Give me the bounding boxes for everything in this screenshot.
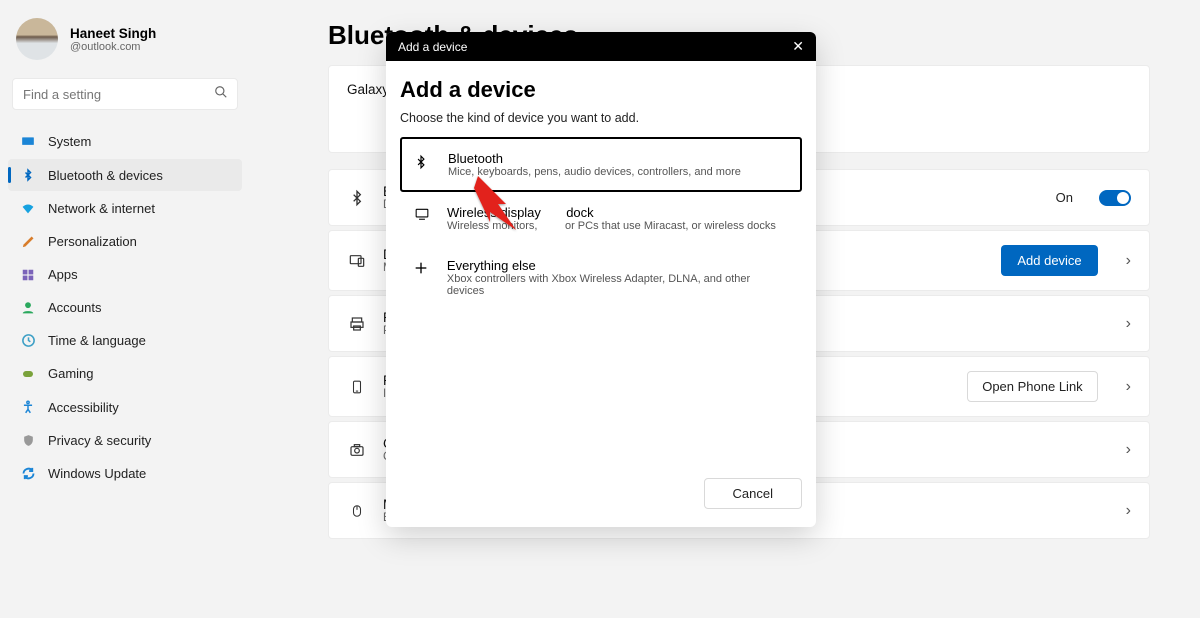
apps-icon	[20, 268, 36, 282]
option-everything-title: Everything else	[447, 258, 789, 273]
accessibility-icon	[20, 399, 36, 415]
profile-name: Haneet Singh	[70, 26, 156, 41]
dialog-heading: Add a device	[400, 77, 802, 103]
bluetooth-toggle[interactable]	[1099, 190, 1131, 206]
update-icon	[20, 466, 36, 481]
dialog-subtitle: Choose the kind of device you want to ad…	[400, 111, 802, 125]
chevron-right-icon: ›	[1126, 252, 1131, 270]
add-device-button[interactable]: Add device	[1001, 245, 1097, 276]
sidebar-item-update[interactable]: Windows Update	[8, 458, 242, 489]
sidebar-item-label: Network & internet	[48, 201, 155, 216]
sidebar-item-label: Gaming	[48, 366, 94, 381]
sidebar-item-label: Privacy & security	[48, 433, 151, 448]
dialog-window-title: Add a device	[398, 40, 467, 54]
sidebar-item-label: Accounts	[48, 300, 101, 315]
sidebar-item-personalization[interactable]: Personalization	[8, 226, 242, 257]
search-input[interactable]	[12, 78, 238, 110]
time-icon	[20, 333, 36, 348]
option-everything-else[interactable]: Everything else Xbox controllers with Xb…	[400, 245, 802, 310]
sidebar-item-accessibility[interactable]: Accessibility	[8, 391, 242, 423]
sidebar-item-label: System	[48, 134, 91, 149]
chevron-right-icon: ›	[1126, 502, 1131, 520]
chevron-right-icon: ›	[1126, 441, 1131, 459]
chevron-right-icon: ›	[1126, 315, 1131, 333]
monitor-icon	[413, 205, 433, 221]
accounts-icon	[20, 300, 36, 315]
search-icon	[214, 85, 228, 99]
nav-list: System Bluetooth & devices Network & inter…	[8, 126, 242, 489]
option-bluetooth-desc: Mice, keyboards, pens, audio devices, co…	[448, 166, 741, 178]
profile-block[interactable]: Haneet Singh @outlook.com	[8, 18, 242, 74]
cancel-button[interactable]: Cancel	[704, 478, 802, 509]
chevron-right-icon: ›	[1126, 378, 1131, 396]
system-icon	[20, 135, 36, 149]
close-icon[interactable]: ✕	[792, 38, 804, 55]
sidebar-item-label: Apps	[48, 267, 78, 282]
option-wireless-title: Wireless display dock	[447, 205, 776, 220]
option-bluetooth[interactable]: Bluetooth Mice, keyboards, pens, audio d…	[400, 137, 802, 192]
option-everything-desc: Xbox controllers with Xbox Wireless Adap…	[447, 273, 789, 297]
sidebar-item-label: Bluetooth & devices	[48, 168, 163, 183]
sidebar-item-label: Windows Update	[48, 466, 146, 481]
search-box[interactable]	[12, 78, 238, 110]
option-bluetooth-title: Bluetooth	[448, 151, 741, 166]
printer-icon	[347, 316, 367, 332]
profile-email: @outlook.com	[70, 41, 156, 53]
network-icon	[20, 202, 36, 215]
option-wireless-desc: Wireless monitors, or PCs that use Mirac…	[447, 220, 776, 232]
sidebar-item-gaming[interactable]: Gaming	[8, 358, 242, 389]
gaming-icon	[20, 368, 36, 380]
sidebar-item-bluetooth[interactable]: Bluetooth & devices	[8, 159, 242, 191]
dialog-titlebar: Add a device ✕	[386, 32, 816, 61]
camera-icon	[347, 442, 367, 458]
plus-icon	[413, 258, 433, 276]
personalization-icon	[20, 234, 36, 249]
phone-icon	[347, 378, 367, 396]
bluetooth-icon	[414, 151, 434, 171]
bluetooth-icon	[20, 167, 36, 183]
sidebar-item-label: Time & language	[48, 333, 146, 348]
option-wireless-display[interactable]: Wireless display dock Wireless monitors,…	[400, 192, 802, 245]
bluetooth-icon	[347, 188, 367, 208]
sidebar-item-time[interactable]: Time & language	[8, 325, 242, 356]
add-device-dialog: Add a device ✕ Add a device Choose the k…	[386, 32, 816, 527]
sidebar-item-accounts[interactable]: Accounts	[8, 292, 242, 323]
sidebar-item-label: Personalization	[48, 234, 137, 249]
sidebar-item-apps[interactable]: Apps	[8, 259, 242, 290]
mouse-icon	[347, 502, 367, 520]
sidebar: Haneet Singh @outlook.com System Bluetoot…	[0, 0, 250, 618]
devices-icon	[347, 253, 367, 269]
toggle-on-label: On	[1056, 190, 1073, 205]
open-phone-link-button[interactable]: Open Phone Link	[967, 371, 1097, 402]
sidebar-item-label: Accessibility	[48, 400, 119, 415]
sidebar-item-system[interactable]: System	[8, 126, 242, 157]
sidebar-item-privacy[interactable]: Privacy & security	[8, 425, 242, 456]
sidebar-item-network[interactable]: Network & internet	[8, 193, 242, 224]
privacy-icon	[20, 433, 36, 448]
avatar	[16, 18, 58, 60]
